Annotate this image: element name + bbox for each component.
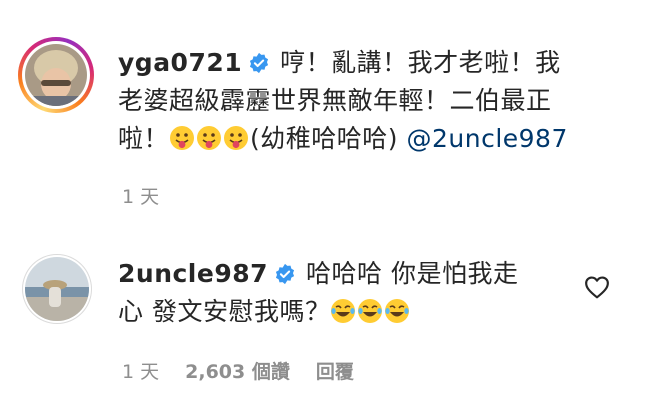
avatar-yga0721[interactable] [25, 44, 87, 106]
comment-time[interactable]: 1 天 [122, 361, 159, 383]
tongue-emoji-icon [224, 126, 249, 150]
tongue-emoji-icon [170, 126, 195, 150]
heart-icon[interactable] [584, 275, 610, 299]
avatar-2uncle987[interactable] [25, 257, 89, 321]
comment-text-line2: 心 發文安慰我嗎？ [118, 297, 331, 326]
comment-text-line2: 老婆超級霹靂世界無敵年輕！二伯最正 [118, 86, 552, 115]
laughing-emoji-icon [385, 299, 410, 323]
avatar-story-ring[interactable] [18, 37, 94, 113]
reply-button[interactable]: 回覆 [316, 361, 354, 383]
tongue-emoji-icon [197, 126, 222, 150]
verified-badge-icon [275, 263, 295, 285]
laughing-emoji-icon [331, 299, 356, 323]
comment-text-line3: 啦！ [118, 124, 170, 153]
comment-text-suffix: (幼稚哈哈哈) [250, 124, 399, 153]
username[interactable]: 2uncle987 [118, 259, 268, 288]
laughing-emoji-icon [358, 299, 383, 323]
comment-text-line1: 哼！亂講！我才老啦！我 [280, 48, 561, 77]
comment-text-line1: 哈哈哈 你是怕我走 [306, 259, 519, 288]
likes-count[interactable]: 2,603 個讚 [185, 361, 290, 383]
verified-badge-icon [250, 52, 269, 74]
username[interactable]: yga0721 [118, 48, 242, 77]
comment-time[interactable]: 1 天 [122, 186, 159, 208]
avatar-ring[interactable] [22, 254, 92, 324]
mention-link[interactable]: @2uncle987 [406, 124, 567, 153]
